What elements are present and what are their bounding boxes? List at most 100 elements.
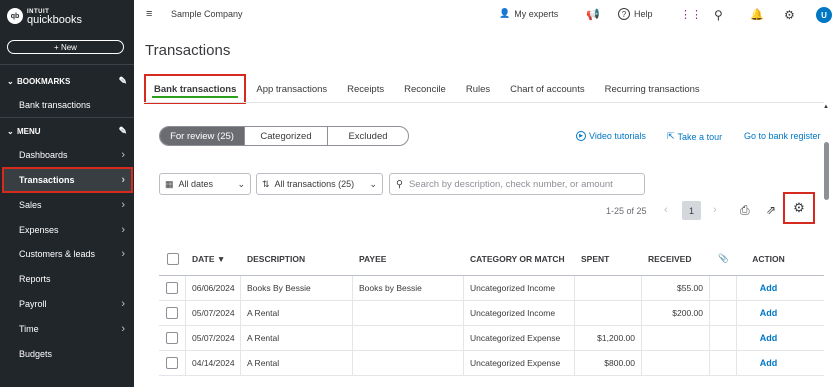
sidebar-item-sales[interactable]: Sales › xyxy=(4,194,131,216)
hamburger-menu-icon[interactable]: ≡ xyxy=(146,8,152,20)
avatar[interactable]: U xyxy=(816,7,832,23)
row-payee[interactable] xyxy=(353,351,464,375)
sort-down-icon: ▼ xyxy=(216,253,226,264)
calendar-icon: ▦ xyxy=(165,178,174,189)
segment-categorized[interactable]: Categorized xyxy=(245,127,328,145)
table-row[interactable]: 05/07/2024 A Rental Uncategorized Expens… xyxy=(159,326,824,351)
sidebar-item-budgets[interactable]: Budgets xyxy=(4,343,131,365)
quickbooks-logo-icon: qb xyxy=(7,8,23,24)
add-button[interactable]: Add xyxy=(760,358,778,368)
scroll-thumb[interactable] xyxy=(824,142,829,200)
row-category[interactable]: Uncategorized Income xyxy=(464,301,575,325)
row-payee[interactable]: Books by Bessie xyxy=(353,276,464,300)
table-row[interactable]: 04/14/2024 A Rental Uncategorized Expens… xyxy=(159,351,824,376)
print-icon[interactable]: ⎙ xyxy=(740,203,750,218)
sidebar-item-reports[interactable]: Reports xyxy=(4,268,131,290)
edit-pencil-icon[interactable]: ✎ xyxy=(119,76,127,87)
column-header-received[interactable]: RECEIVED xyxy=(642,242,710,275)
play-icon: ▶ xyxy=(576,131,586,141)
column-header-spent[interactable]: SPENT xyxy=(575,242,642,275)
row-received: $55.00 xyxy=(642,276,710,300)
row-payee[interactable] xyxy=(353,301,464,325)
next-page-icon[interactable]: › xyxy=(713,204,717,216)
chevron-down-icon: ⌄ xyxy=(7,126,14,136)
tab-bank-transactions[interactable]: Bank transactions xyxy=(144,74,247,104)
column-header-payee[interactable]: PAYEE xyxy=(353,242,464,275)
row-checkbox[interactable] xyxy=(166,357,178,369)
row-category[interactable]: Uncategorized Expense xyxy=(464,326,575,350)
sidebar-divider xyxy=(0,117,134,118)
sidebar: qb INTUIT quickbooks + New ⌄ BOOKMARKS ✎… xyxy=(0,0,134,387)
edit-pencil-icon[interactable]: ✎ xyxy=(119,126,127,137)
transaction-type-filter-dropdown[interactable]: ⇅ All transactions (25) ⌄ xyxy=(256,173,383,195)
row-checkbox[interactable] xyxy=(166,332,178,344)
menu-label: MENU xyxy=(17,126,41,136)
select-all-checkbox[interactable] xyxy=(166,252,179,265)
row-payee[interactable] xyxy=(353,326,464,350)
chevron-down-icon: ⌄ xyxy=(7,76,14,86)
row-category[interactable]: Uncategorized Income xyxy=(464,276,575,300)
row-checkbox[interactable] xyxy=(166,307,178,319)
bookmarks-label: BOOKMARKS xyxy=(17,76,71,86)
row-checkbox[interactable] xyxy=(166,282,178,294)
video-tutorials-link[interactable]: ▶ Video tutorials xyxy=(576,131,646,141)
tab-reconcile[interactable]: Reconcile xyxy=(394,74,456,104)
add-button[interactable]: Add xyxy=(760,308,778,318)
new-button[interactable]: + New xyxy=(7,40,124,54)
column-header-category[interactable]: CATEGORY OR MATCH xyxy=(464,242,575,275)
search-input[interactable]: ⚲ Search by description, check number, o… xyxy=(389,173,645,195)
table-row[interactable]: 06/06/2024 Books By Bessie Books by Bess… xyxy=(159,276,824,301)
row-category[interactable]: Uncategorized Expense xyxy=(464,351,575,375)
tab-receipts[interactable]: Receipts xyxy=(337,74,394,104)
table-row[interactable]: 05/07/2024 A Rental Uncategorized Income… xyxy=(159,301,824,326)
segment-for-review[interactable]: For review (25) xyxy=(160,127,245,145)
help-button[interactable]: ? Help xyxy=(618,8,653,20)
apps-grid-icon[interactable]: ⋮⋮ xyxy=(680,8,702,21)
tab-app-transactions[interactable]: App transactions xyxy=(246,74,337,104)
go-to-bank-register-link[interactable]: Go to bank register xyxy=(744,131,821,141)
scroll-up-icon[interactable]: ▲ xyxy=(823,104,829,110)
prev-page-icon[interactable]: ‹ xyxy=(664,204,668,216)
row-description: Books By Bessie xyxy=(241,276,353,300)
chevron-right-icon: › xyxy=(121,199,125,211)
sidebar-bookmark-bank-transactions[interactable]: Bank transactions xyxy=(4,94,131,116)
question-icon: ? xyxy=(618,8,630,20)
column-header-date[interactable]: DATE ▼ xyxy=(186,242,241,275)
sidebar-item-expenses[interactable]: Expenses › xyxy=(4,219,131,241)
gear-icon[interactable]: ⚙ xyxy=(784,8,795,22)
bell-icon[interactable]: 🔔 xyxy=(750,8,764,21)
row-date: 04/14/2024 xyxy=(186,351,241,375)
transactions-table: DATE ▼ DESCRIPTION PAYEE CATEGORY OR MAT… xyxy=(159,242,824,376)
sidebar-item-dashboards[interactable]: Dashboards › xyxy=(4,144,131,166)
quickbooks-logo[interactable]: qb INTUIT quickbooks xyxy=(7,8,83,26)
row-received: $200.00 xyxy=(642,301,710,325)
export-icon[interactable]: ⇗ xyxy=(766,203,776,217)
menu-header[interactable]: ⌄ MENU ✎ xyxy=(7,124,127,138)
sidebar-item-customers-leads[interactable]: Customers & leads › xyxy=(4,243,131,265)
table-settings-gear-icon[interactable]: ⚙ xyxy=(783,192,815,224)
megaphone-icon[interactable]: 📢 xyxy=(586,8,600,21)
take-a-tour-link[interactable]: ⇱ Take a tour xyxy=(667,131,722,142)
row-description: A Rental xyxy=(241,301,353,325)
bookmarks-header[interactable]: ⌄ BOOKMARKS ✎ xyxy=(7,74,127,88)
chevron-right-icon: › xyxy=(121,149,125,161)
column-header-description[interactable]: DESCRIPTION xyxy=(241,242,353,275)
page-scrollbar[interactable]: ▲ xyxy=(822,104,830,387)
sidebar-item-payroll[interactable]: Payroll › xyxy=(4,293,131,315)
sidebar-item-transactions[interactable]: Transactions › xyxy=(2,167,133,193)
date-filter-dropdown[interactable]: ▦ All dates ⌄ xyxy=(159,173,251,195)
tab-recurring-transactions[interactable]: Recurring transactions xyxy=(595,74,710,104)
search-icon[interactable]: ⚲ xyxy=(714,8,723,22)
tab-rules[interactable]: Rules xyxy=(456,74,500,104)
tab-chart-of-accounts[interactable]: Chart of accounts xyxy=(500,74,594,104)
current-page[interactable]: 1 xyxy=(682,201,701,220)
my-experts-button[interactable]: 👤 My experts xyxy=(499,8,558,19)
segment-excluded[interactable]: Excluded xyxy=(328,127,408,145)
row-spent xyxy=(575,301,642,325)
add-button[interactable]: Add xyxy=(760,283,778,293)
logo-line2: quickbooks xyxy=(27,14,83,26)
paperclip-icon: 📎 xyxy=(718,253,729,263)
sidebar-item-time[interactable]: Time › xyxy=(4,318,131,340)
add-button[interactable]: Add xyxy=(760,333,778,343)
company-name[interactable]: Sample Company xyxy=(171,9,243,19)
